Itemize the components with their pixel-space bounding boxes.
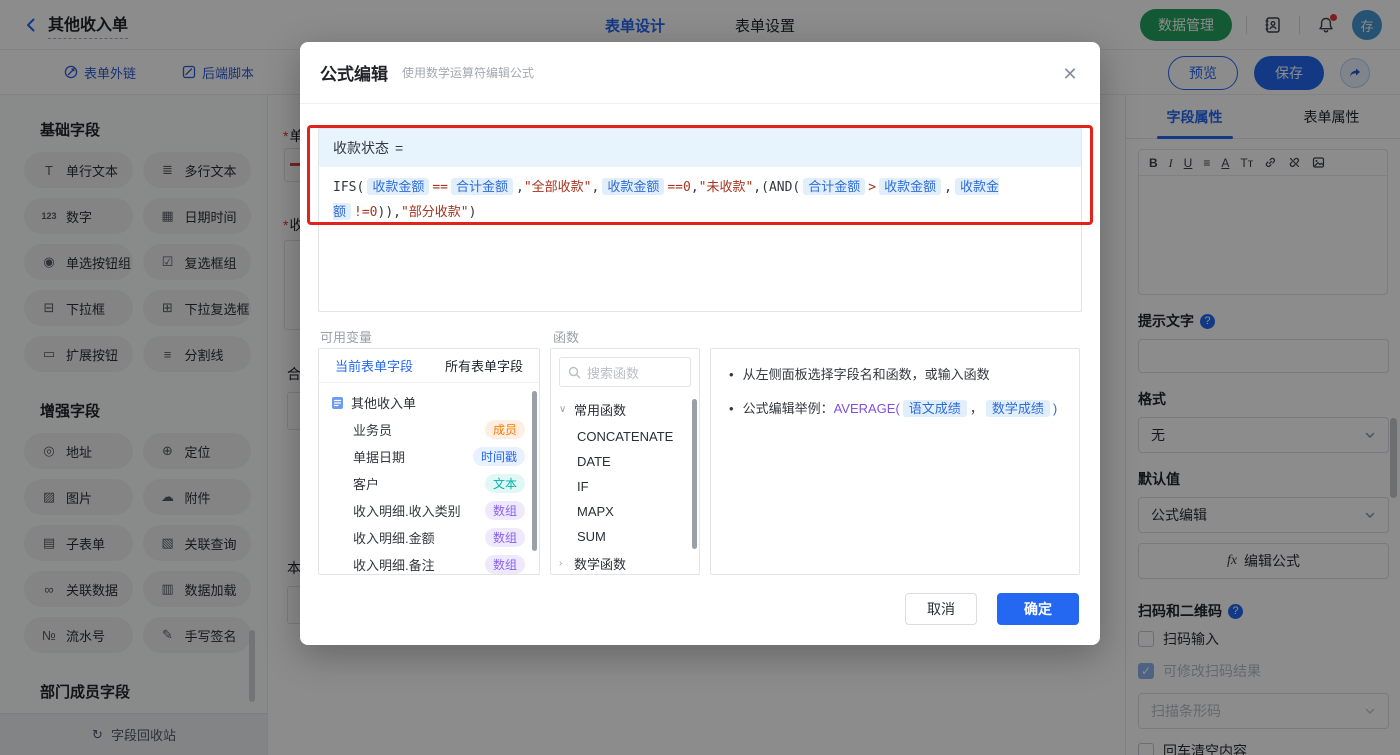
tip-text: 从左侧面板选择字段名和函数，或输入函数: [742, 367, 990, 382]
field-chip: 合计金额: [450, 178, 513, 195]
formula-token: "未收款": [698, 180, 754, 195]
formula-token: ,(AND(: [753, 180, 801, 195]
variable-row[interactable]: 收入明细.收入类别 数组: [319, 497, 539, 524]
confirm-button[interactable]: 确定: [997, 593, 1079, 625]
group-label: 数学函数: [574, 557, 627, 572]
variable-name: 业务员: [353, 423, 393, 438]
formula-token: IFS(: [333, 180, 365, 195]
example-comma: ，: [969, 401, 983, 416]
functions-panel: 搜索函数 ∨ 常用函数 CONCATENATE DATE IF MAPX SUM…: [550, 348, 700, 575]
field-chip: 收款金额: [367, 178, 430, 195]
type-badge: 文本: [484, 474, 525, 493]
function-item[interactable]: CONCATENATE: [551, 424, 699, 449]
close-icon[interactable]: ✕: [1060, 64, 1080, 84]
chevron-down-icon: ∨: [559, 404, 567, 415]
variable-row[interactable]: 客户 文本: [319, 470, 539, 497]
formula-token: ==0: [667, 180, 691, 195]
formula-token: )),: [377, 205, 401, 220]
functions-label: 函数: [553, 330, 580, 345]
tip-text: 公式编辑举例：AVERAGE(语文成绩，数学成绩): [742, 399, 1058, 419]
variables-label: 可用变量: [320, 330, 373, 345]
formula-token: "全部收款": [523, 180, 592, 195]
example-prefix: 公式编辑举例：: [742, 401, 834, 416]
variables-tree-root[interactable]: 其他收入单: [319, 383, 539, 416]
search-icon: [568, 366, 581, 378]
functions-scrollbar[interactable]: [692, 399, 697, 549]
function-item[interactable]: IF: [551, 474, 699, 499]
field-chip: 数学成绩: [985, 400, 1050, 417]
formula-token: ,: [516, 180, 524, 195]
search-placeholder: 搜索函数: [587, 365, 640, 381]
type-badge: 数组: [484, 528, 525, 547]
example-function: AVERAGE(: [833, 401, 900, 416]
formula-token: ,: [944, 180, 952, 195]
form-doc-icon: [332, 396, 343, 409]
formula-target-field: 收款状态: [333, 140, 389, 156]
variables-panel: 当前表单字段 所有表单字段 其他收入单 业务员 成员 单据日期 时间戳 客户 文…: [318, 348, 540, 575]
type-badge: 时间戳: [472, 447, 525, 466]
formula-token: ): [468, 205, 477, 220]
field-chip: 收款金额: [602, 178, 665, 195]
variable-name: 单据日期: [353, 450, 406, 465]
formula-token: "部分收款": [400, 205, 469, 220]
modal-title: 公式编辑: [320, 65, 388, 84]
chevron-right-icon: ›: [559, 558, 563, 569]
variables-tabs: 当前表单字段 所有表单字段: [319, 349, 539, 383]
help-tip-1: • 从左侧面板选择字段名和函数，或输入函数: [729, 365, 1061, 385]
function-item[interactable]: DATE: [551, 449, 699, 474]
formula-token: ==: [432, 180, 448, 195]
variable-name: 客户: [353, 477, 380, 492]
variable-name: 收入明细.备注: [353, 558, 435, 573]
formula-token: ,: [690, 180, 699, 195]
modal-header: 公式编辑 使用数学运算符编辑公式 ✕: [300, 42, 1100, 104]
type-badge: 数组: [484, 555, 525, 574]
function-item[interactable]: SUM: [551, 524, 699, 549]
group-label: 常用函数: [574, 403, 627, 418]
tab-current-form-fields[interactable]: 当前表单字段: [319, 356, 429, 375]
variable-row[interactable]: 收入明细.备注 数组: [319, 551, 539, 574]
bullet-icon: •: [729, 401, 734, 416]
formula-expression[interactable]: IFS(收款金额 == 合计金额 ,"全部收款", 收款金额 ==0,"未收款",(AND…: [319, 167, 1081, 233]
type-badge: 成员: [484, 420, 525, 439]
function-group-common[interactable]: ∨ 常用函数: [551, 395, 699, 424]
variable-row[interactable]: 收入明细.金额 数组: [319, 524, 539, 551]
function-search-input[interactable]: 搜索函数: [559, 357, 691, 387]
formula-token: !=0: [354, 205, 378, 220]
formula-edit-modal: 公式编辑 使用数学运算符编辑公式 ✕ 收款状态 = IFS(收款金额 == 合计金额…: [300, 42, 1100, 645]
modal-subtitle: 使用数学运算符编辑公式: [402, 66, 535, 80]
help-panel: • 从左侧面板选择字段名和函数，或输入函数 • 公式编辑举例：AVERAGE(语…: [710, 348, 1080, 575]
tree-root-label: 其他收入单: [351, 396, 417, 411]
cancel-button[interactable]: 取消: [905, 593, 977, 625]
type-badge: 数组: [484, 501, 525, 520]
help-tip-2: • 公式编辑举例：AVERAGE(语文成绩，数学成绩): [729, 399, 1061, 419]
function-item[interactable]: MAPX: [551, 499, 699, 524]
field-chip: 语文成绩: [902, 400, 967, 417]
formula-target-row: 收款状态 =: [319, 129, 1081, 167]
field-chip: 合计金额: [803, 178, 866, 195]
equals-sign: =: [395, 140, 404, 156]
formula-token: ,: [591, 180, 600, 195]
variables-scrollbar[interactable]: [532, 391, 537, 551]
example-close-paren: ): [1052, 401, 1058, 416]
variable-row[interactable]: 单据日期 时间戳: [319, 443, 539, 470]
function-group-math[interactable]: › 数学函数: [551, 549, 699, 574]
tab-all-form-fields[interactable]: 所有表单字段: [429, 356, 539, 375]
bullet-icon: •: [729, 367, 734, 382]
variable-name: 收入明细.金额: [353, 531, 435, 546]
formula-editor[interactable]: 收款状态 = IFS(收款金额 == 合计金额 ,"全部收款", 收款金额 ==0,"未收…: [318, 128, 1082, 312]
field-chip: 收款金额: [879, 178, 942, 195]
formula-token: >: [868, 180, 877, 195]
variable-name: 收入明细.收入类别: [353, 504, 461, 519]
variable-row[interactable]: 业务员 成员: [319, 416, 539, 443]
